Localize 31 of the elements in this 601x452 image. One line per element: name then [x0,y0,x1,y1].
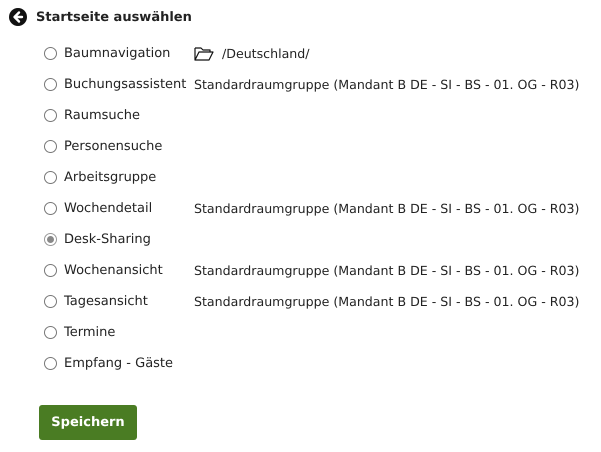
page-title: Startseite auswählen [36,10,192,24]
radio-button[interactable] [44,171,57,184]
back-icon[interactable] [9,8,27,26]
room-group-text: Standardraumgruppe (Mandant B DE - SI - BS - 01. OG - R03) [194,77,580,92]
option-label: Baumnavigation [64,46,172,61]
option-label: Desk-Sharing [64,232,152,247]
save-button[interactable]: Speichern [39,405,137,440]
option-label: Buchungsassistent [64,77,188,92]
radio-button[interactable] [44,47,57,60]
radio-button[interactable] [44,140,57,153]
option-label: Wochenansicht [64,263,164,278]
radio-button[interactable] [44,233,57,246]
radio-button[interactable] [44,295,57,308]
option-label: Termine [64,325,116,340]
option-label: Arbeitsgruppe [64,170,158,185]
option-label: Raumsuche [64,108,142,123]
option-label: Personensuche [64,139,164,154]
radio-button[interactable] [44,109,57,122]
radio-button[interactable] [44,202,57,215]
radio-button[interactable] [44,357,57,370]
room-group-text: Standardraumgruppe (Mandant B DE - SI - BS - 01. OG - R03) [194,263,580,278]
folder-path: /Deutschland/ [222,46,310,61]
room-group-text: Standardraumgruppe (Mandant B DE - SI - BS - 01. OG - R03) [194,201,580,216]
radio-button[interactable] [44,264,57,277]
radio-button[interactable] [44,326,57,339]
option-label: Wochendetail [64,201,154,216]
option-label: Empfang - Gäste [64,356,174,371]
room-group-text: Standardraumgruppe (Mandant B DE - SI - BS - 01. OG - R03) [194,294,580,309]
folder-icon [194,46,214,62]
option-label: Tagesansicht [64,294,149,309]
radio-button[interactable] [44,78,57,91]
